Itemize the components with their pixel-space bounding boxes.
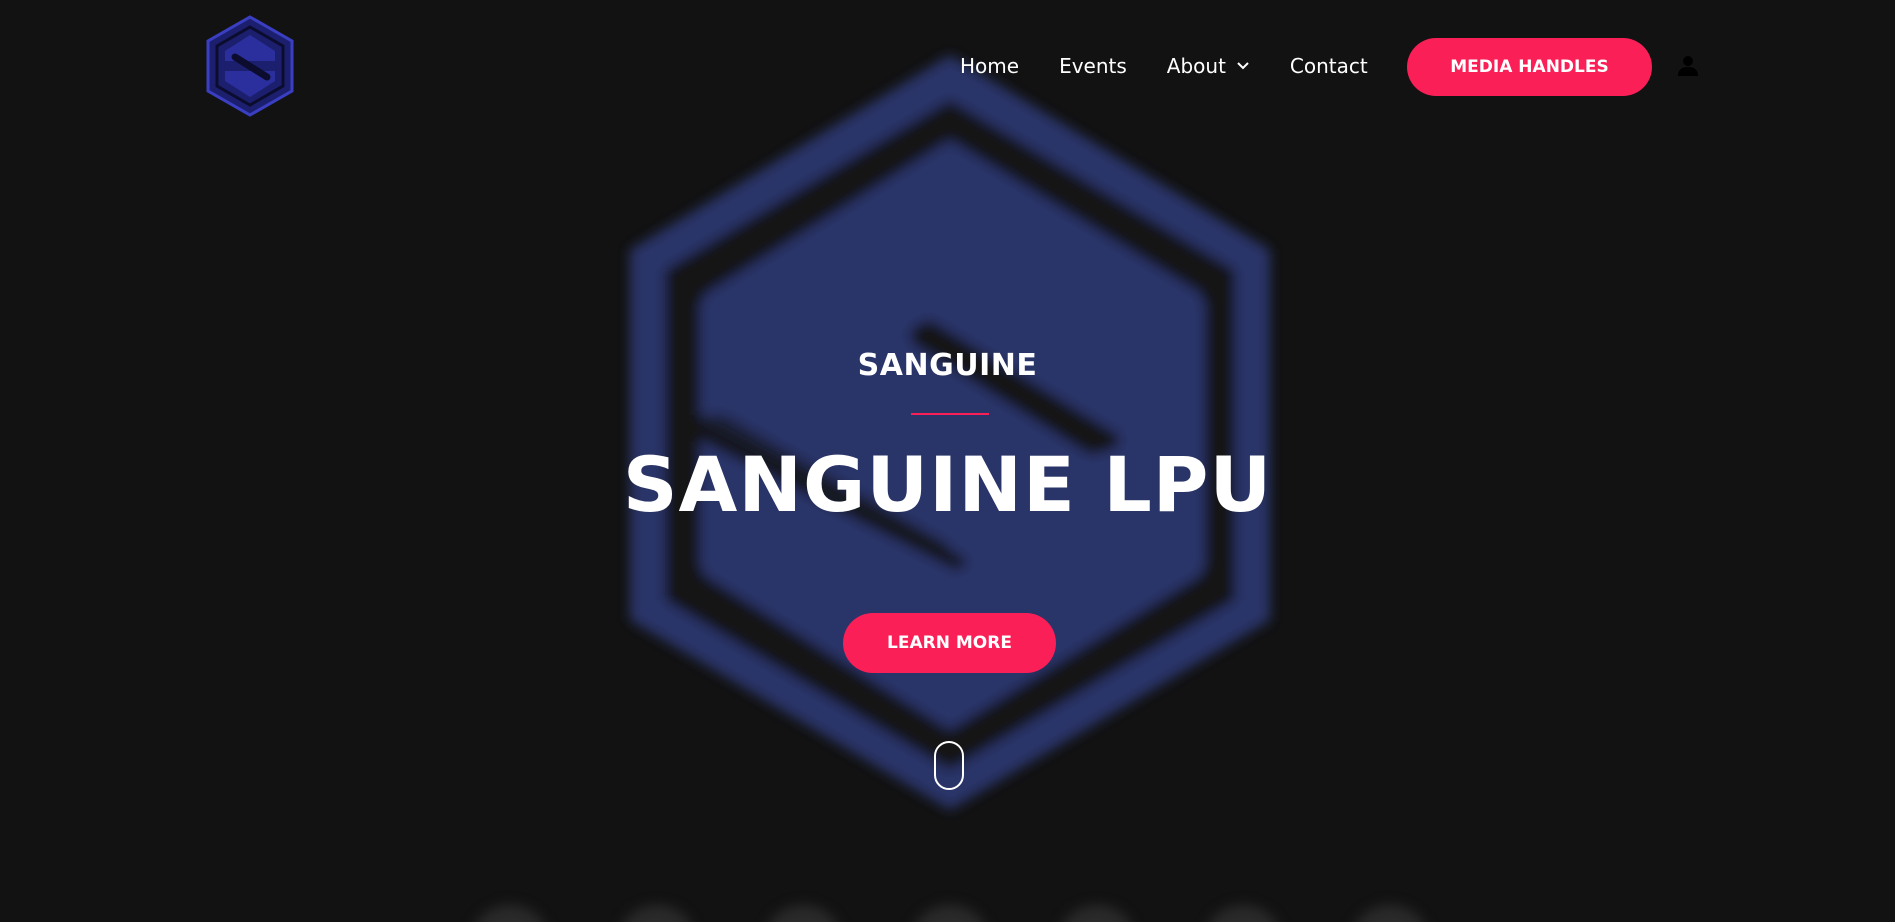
page: Home Events About Contact MEDIA HANDLES <box>0 0 1895 922</box>
peek-shape <box>616 905 697 922</box>
hero-title: SANGUINE LPU <box>622 440 1273 529</box>
learn-more-label: LEARN MORE <box>887 633 1012 653</box>
peek-shape <box>1056 905 1137 922</box>
hero-divider <box>911 413 989 415</box>
hero-section: SANGUINE SANGUINE LPU LEARN MORE <box>0 0 1895 922</box>
learn-more-button[interactable]: LEARN MORE <box>843 613 1056 673</box>
next-section-peek <box>470 905 1430 922</box>
hero-subtitle: SANGUINE <box>857 348 1038 383</box>
peek-shape <box>1349 905 1430 922</box>
peek-shape <box>763 905 844 922</box>
peek-shape <box>470 905 550 922</box>
mouse-scroll-icon[interactable] <box>934 741 964 790</box>
peek-shape <box>1203 905 1284 922</box>
peek-shape <box>909 905 990 922</box>
